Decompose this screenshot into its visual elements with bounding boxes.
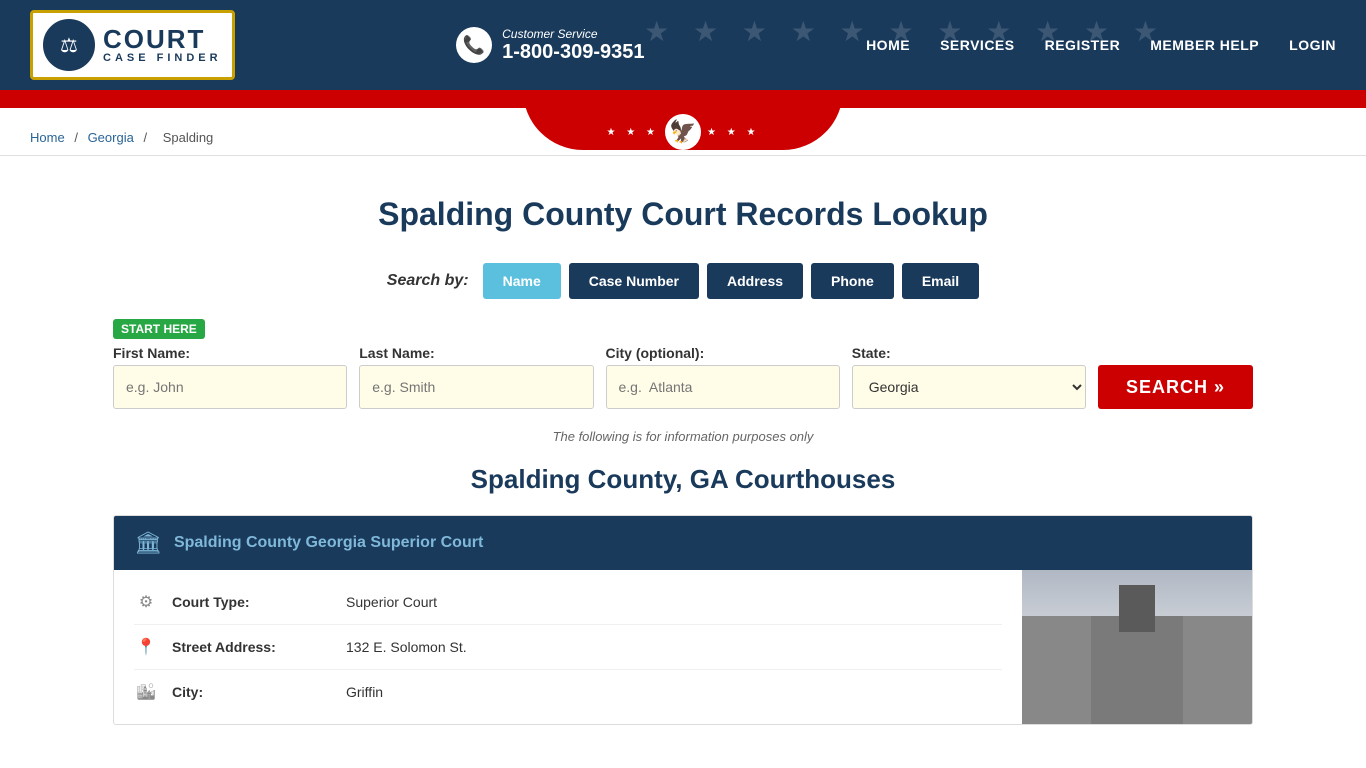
banner-arch: ★ ★ ★ 🦅 ★ ★ ★	[523, 90, 843, 150]
city-input[interactable]	[606, 365, 840, 409]
search-form: First Name: Last Name: City (optional): …	[113, 345, 1253, 409]
street-address-value: 132 E. Solomon St.	[346, 639, 467, 655]
first-name-group: First Name:	[113, 345, 347, 409]
main-nav: HOME SERVICES REGISTER MEMBER HELP LOGIN	[866, 37, 1336, 53]
cs-text-area: Customer Service 1-800-309-9351	[502, 27, 644, 64]
tab-email[interactable]: Email	[902, 263, 979, 299]
logo-court-label: COURT	[103, 26, 222, 52]
first-name-input[interactable]	[113, 365, 347, 409]
street-address-label: Street Address:	[172, 639, 332, 655]
city-value: Griffin	[346, 684, 383, 700]
start-here-badge: START HERE	[113, 319, 205, 339]
logo-emblem: ⚖	[43, 19, 95, 71]
address-icon: 📍	[134, 637, 158, 657]
state-group: State: Georgia Alabama Florida Tennessee	[852, 345, 1086, 409]
logo-box: ⚖ COURT CASE FINDER	[30, 10, 235, 80]
state-label: State:	[852, 345, 1086, 361]
nav-services[interactable]: SERVICES	[940, 37, 1015, 53]
tab-phone[interactable]: Phone	[811, 263, 894, 299]
city-group: City (optional):	[606, 345, 840, 409]
nav-member-help[interactable]: MEMBER HELP	[1150, 37, 1259, 53]
last-name-input[interactable]	[359, 365, 593, 409]
breadcrumb-georgia[interactable]: Georgia	[88, 130, 134, 145]
city-label: City (optional):	[606, 345, 840, 361]
court-type-value: Superior Court	[346, 594, 437, 610]
first-name-label: First Name:	[113, 345, 347, 361]
cs-label: Customer Service	[502, 27, 644, 41]
courthouses-title: Spalding County, GA Courthouses	[113, 464, 1253, 495]
search-by-row: Search by: Name Case Number Address Phon…	[113, 263, 1253, 299]
search-button[interactable]: SEARCH »	[1098, 365, 1253, 409]
site-header: ⚖ COURT CASE FINDER 📞 Customer Service 1…	[0, 0, 1366, 90]
city-row: 🏙 City: Griffin	[134, 670, 1002, 714]
court-image	[1022, 570, 1252, 724]
logo-text: COURT CASE FINDER	[103, 26, 222, 64]
breadcrumb-sep2: /	[143, 130, 147, 145]
nav-home[interactable]: HOME	[866, 37, 910, 53]
breadcrumb-home[interactable]: Home	[30, 130, 65, 145]
logo-area: ⚖ COURT CASE FINDER	[30, 10, 235, 80]
search-form-area: START HERE First Name: Last Name: City (…	[113, 319, 1253, 409]
court-card: 🏛 Spalding County Georgia Superior Court…	[113, 515, 1253, 725]
info-note: The following is for information purpose…	[113, 429, 1253, 444]
court-header-link[interactable]: Spalding County Georgia Superior Court	[174, 534, 483, 552]
banner-stars-right: ★ ★ ★	[707, 127, 759, 138]
last-name-group: Last Name:	[359, 345, 593, 409]
state-select[interactable]: Georgia Alabama Florida Tennessee	[852, 365, 1086, 409]
banner-stripe: ★ ★ ★ 🦅 ★ ★ ★	[0, 90, 1366, 120]
logo-case-finder-label: CASE FINDER	[103, 52, 222, 64]
tab-case-number[interactable]: Case Number	[569, 263, 699, 299]
court-type-label: Court Type:	[172, 594, 332, 610]
eagle-icon: 🦅	[665, 114, 701, 150]
tab-address[interactable]: Address	[707, 263, 803, 299]
customer-service: 📞 Customer Service 1-800-309-9351	[456, 27, 644, 64]
city-icon: 🏙	[134, 682, 158, 702]
main-content: Spalding County Court Records Lookup Sea…	[83, 156, 1283, 765]
tab-name[interactable]: Name	[483, 263, 561, 299]
city-label-info: City:	[172, 684, 332, 700]
courthouse-icon: 🏛	[134, 530, 162, 556]
court-card-header: 🏛 Spalding County Georgia Superior Court	[114, 516, 1252, 570]
last-name-label: Last Name:	[359, 345, 593, 361]
page-title: Spalding County Court Records Lookup	[113, 196, 1253, 233]
banner-eagle-area: ★ ★ ★ 🦅 ★ ★ ★	[607, 114, 760, 150]
breadcrumb-current: Spalding	[163, 130, 214, 145]
breadcrumb-sep1: /	[74, 130, 78, 145]
court-card-body: ⚙ Court Type: Superior Court 📍 Street Ad…	[114, 570, 1252, 724]
search-by-label: Search by:	[387, 272, 469, 290]
court-type-row: ⚙ Court Type: Superior Court	[134, 580, 1002, 625]
building-image	[1022, 570, 1252, 724]
court-info: ⚙ Court Type: Superior Court 📍 Street Ad…	[114, 570, 1022, 724]
street-address-row: 📍 Street Address: 132 E. Solomon St.	[134, 625, 1002, 670]
nav-register[interactable]: REGISTER	[1045, 37, 1121, 53]
phone-icon: 📞	[456, 27, 492, 63]
court-type-icon: ⚙	[134, 592, 158, 612]
cs-phone: 1-800-309-9351	[502, 41, 644, 64]
banner-stars-left: ★ ★ ★	[607, 127, 659, 138]
nav-login[interactable]: LOGIN	[1289, 37, 1336, 53]
